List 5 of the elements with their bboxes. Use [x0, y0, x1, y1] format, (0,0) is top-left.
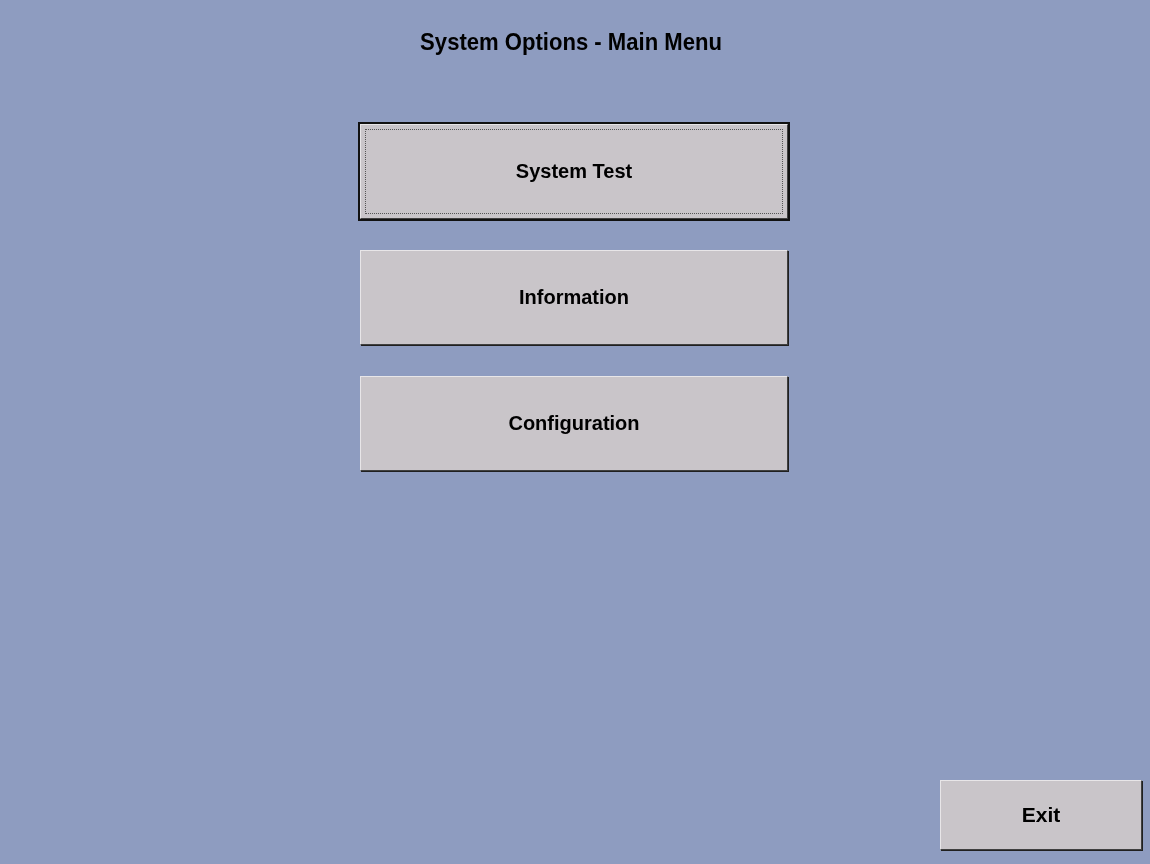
menu-button[interactable]: System Test	[360, 124, 788, 219]
menu-button[interactable]: Information	[360, 250, 788, 345]
exit-button[interactable]: Exit	[940, 780, 1142, 850]
menu-button[interactable]: Configuration	[360, 376, 788, 471]
window-title: System Options - Main Menu	[420, 28, 722, 56]
